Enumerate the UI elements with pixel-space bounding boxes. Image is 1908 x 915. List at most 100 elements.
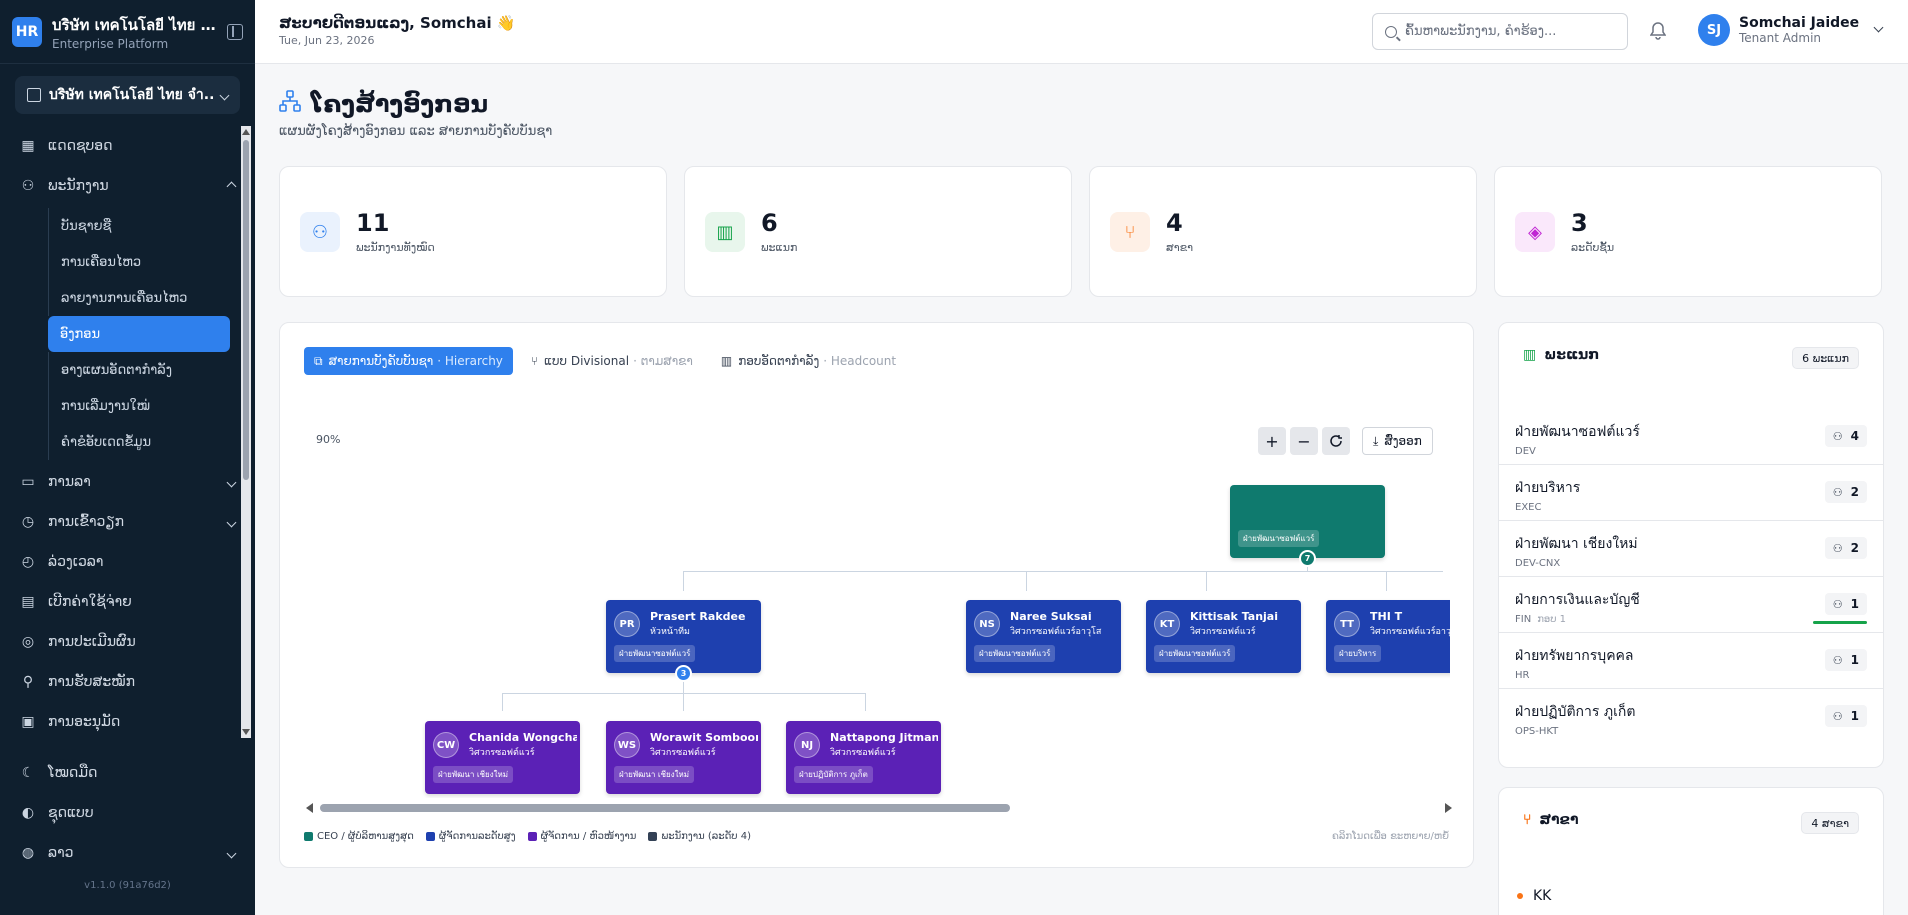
org-node-nattapong[interactable]: NJ Nattapong Jitman วิศวกรซอฟต์แวร์ ฝ่าย… [786, 721, 941, 794]
sidebar-subitem-directory[interactable]: ບັນຊາຍຊື [48, 208, 230, 244]
sidebar: HR บริษัท เทคโนโลยี ไทย จำกัด Enterprise… [0, 0, 255, 915]
sidebar-subitem-organization[interactable]: ອົງກອນ [48, 316, 230, 352]
building-icon: ▥ [705, 212, 745, 252]
scroll-down-icon[interactable] [242, 729, 250, 735]
branches-count: 4 ສາຂາ [1801, 812, 1859, 834]
sidebar-scrollbar[interactable] [241, 126, 251, 738]
sidebar-item-approval[interactable]: ▣ ການອະນຸມັດ [0, 702, 255, 738]
hierarchy-icon: ⧉ [314, 353, 323, 368]
scroll-up-icon[interactable] [242, 129, 250, 135]
sidebar-item-expenses[interactable]: ▤ ເບີກຄ່າໃຊ້ຈ່າຍ [0, 582, 255, 622]
grid-icon: ▦ [21, 138, 35, 154]
users-icon: ⚇ [1832, 709, 1843, 723]
sidebar-item-leave[interactable]: ▭ ການລາ [0, 462, 255, 502]
child-count-badge[interactable]: 7 [1299, 550, 1316, 567]
tenant-switcher[interactable]: บริษัท เทคโนโลยี ไทย จำ... [15, 76, 240, 114]
sidebar-subitem-movement-report[interactable]: ລາຍງານການເຄື່ອນໄຫວ [48, 280, 230, 316]
connector [1206, 571, 1207, 591]
list-item[interactable]: ฝ่ายพัฒนา เชียงใหม่ DEV-CNX ⚇ 2 [1499, 521, 1883, 577]
employees-submenu: ບັນຊາຍຊື ການເຄື່ອນໄຫວ ລາຍງານການເຄື່ອນໄຫວ… [0, 206, 255, 462]
org-node-worawit[interactable]: WS Worawit Somboon วิศวกรซอฟต์แวร์ ฝ่ายพ… [606, 721, 761, 794]
sidebar-collapse-icon[interactable] [227, 23, 243, 40]
theme-selector[interactable]: ◐ ຊຸດແບບ [0, 793, 255, 833]
chevron-down-icon [226, 848, 237, 858]
org-node-root[interactable]: ฝ่ายพัฒนาซอฟต์แวร์ 7 [1230, 485, 1385, 567]
stat-card-branches: ⑂ 4 ສາຂາ [1089, 166, 1477, 297]
member-count: ⚇ 2 [1824, 481, 1867, 503]
chevron-down-icon [1873, 22, 1884, 32]
list-item[interactable]: ฝ่ายการเงินและบัญชี FIN ກອບ 1 ⚇ 1 [1499, 577, 1883, 633]
scroll-right-icon[interactable] [1445, 803, 1452, 813]
calendar-icon: ▭ [21, 474, 35, 490]
tenant-name: บริษัท เทคโนโลยี ไทย จำ... [49, 87, 215, 103]
org-node-thi[interactable]: TT THI T วิศวกรซอฟต์แวร์อาวุโส ฝ่ายบริหา… [1326, 600, 1450, 673]
user-menu[interactable]: SJ Somchai Jaidee Tenant Admin [1698, 14, 1884, 46]
sidebar-item-attendance[interactable]: ◷ ການເຂົ້າວຽກ [0, 502, 255, 542]
scroll-left-icon[interactable] [306, 803, 313, 813]
app-version: v1.1.0 (91a76d2) [84, 880, 171, 891]
search-input[interactable]: ຄົ້ນຫາພະນັກງານ, ຄຳຮ້ອງ... [1372, 13, 1628, 50]
language-selector[interactable]: ◍ ລາວ [0, 833, 255, 873]
connector [683, 693, 684, 711]
member-count: ⚇ 4 [1824, 425, 1867, 447]
view-tabs: ⧉ ສາຍການບັງຄັບບັນຊາ · Hierarchy ⑂ ແບບ Div… [304, 347, 914, 375]
refresh-icon [1330, 435, 1342, 447]
chevron-down-icon [219, 90, 230, 100]
sidebar-footer: ☾ ໂໝດມືດ ◐ ຊຸດແບບ ◍ ລາວ [0, 753, 255, 873]
reset-view-button[interactable] [1322, 427, 1350, 455]
sidebar-item-dashboard[interactable]: ▦ ແດດຊບອດ [0, 126, 255, 166]
brand: HR บริษัท เทคโนโลยี ไทย จำกัด Enterprise… [0, 0, 255, 64]
bell-icon[interactable] [1649, 22, 1668, 40]
chevron-down-icon [226, 477, 237, 487]
org-node-prasert[interactable]: PR Prasert Rakdee หัวหน้าทีม ฝ่ายพัฒนาซอ… [606, 600, 761, 682]
clock-icon: ◷ [21, 514, 35, 530]
departments-list: ฝ่ายพัฒนาซอฟต์แวร์ DEV ⚇ 4 ฝ่ายบริหาร EXE… [1499, 409, 1883, 745]
chart-hint: ຄລິກໂນດເພື່ອ ຂະຫຍາຍ/ຫຍໍ້ [1331, 831, 1449, 842]
zoom-in-button[interactable]: + [1258, 427, 1286, 455]
dark-mode-toggle[interactable]: ☾ ໂໝດມືດ [0, 753, 255, 793]
chart-horizontal-scrollbar[interactable] [304, 802, 1454, 814]
sidebar-item-performance[interactable]: ◎ ການປະເມີນຜົນ [0, 622, 255, 662]
sidebar-item-recruitment[interactable]: ⚲ ການຮັບສະໝັກ [0, 662, 255, 702]
receipt-icon: ▤ [21, 594, 35, 610]
list-item[interactable]: ฝ่ายปฏิบัติการ ภูเก็ต OPS-HKT ⚇ 1 [1499, 689, 1883, 745]
tab-divisional[interactable]: ⑂ ແບບ Divisional · ຕາມສາຂາ [521, 347, 703, 375]
tab-headcount[interactable]: ▥ ກອບອັດຕາກຳລັງ · Headcount [711, 347, 906, 375]
list-item[interactable]: KK [1517, 888, 1551, 904]
scrollbar-thumb[interactable] [320, 804, 1010, 812]
avatar: SJ [1698, 14, 1730, 46]
zoom-out-button[interactable]: − [1290, 427, 1318, 455]
export-button[interactable]: ⤓ ສົ່ງອອກ [1362, 427, 1433, 455]
org-chart-canvas[interactable]: ฝ่ายพัฒนาซอฟต์แวร์ 7 PR Prasert Rakdee ห… [280, 403, 1450, 798]
scrollbar-thumb[interactable] [243, 140, 249, 480]
org-node-kittisak[interactable]: KT Kittisak Tanjai วิศวกรซอฟต์แวร์ ฝ่ายพ… [1146, 600, 1301, 673]
connector [1026, 571, 1027, 591]
users-icon: ⚇ [1832, 429, 1843, 443]
child-count-badge[interactable]: 3 [675, 665, 692, 682]
legend-item: ຜູ້ຈັດການ / ຫົວໜ້າງານ [527, 831, 636, 842]
fork-icon: ⑂ [530, 354, 539, 368]
search-placeholder: ຄົ້ນຫາພະນັກງານ, ຄຳຮ້ອງ... [1405, 24, 1557, 39]
sidebar-subitem-onboarding[interactable]: ການເລີ່ມງານໃໝ່ [48, 388, 230, 424]
branch-icon: ⑂ [1523, 812, 1532, 828]
users-icon: ⚇ [300, 212, 340, 252]
sidebar-subitem-update-requests[interactable]: ຄຳຂໍອັບເດດຂໍ້ມູນ [48, 424, 230, 460]
sidebar-item-overtime[interactable]: ◴ ລ່ວງເວລາ [0, 542, 255, 582]
org-node-chanida[interactable]: CW Chanida Wongchai วิศวกรซอฟต์แวร์ ฝ่าย… [425, 721, 580, 794]
status-dot [1517, 893, 1523, 899]
chart-controls: + − ⤓ ສົ່ງອອກ [1258, 427, 1433, 455]
list-item[interactable]: ฝ่ายพัฒนาซอฟต์แวร์ DEV ⚇ 4 [1499, 409, 1883, 465]
sidebar-subitem-manpower-plan[interactable]: ອາງແຜນອັດຕາກຳລັງ [48, 352, 230, 388]
member-count: ⚇ 1 [1824, 649, 1867, 671]
user-role: Tenant Admin [1739, 31, 1822, 45]
palette-icon: ◐ [21, 805, 35, 821]
tab-hierarchy[interactable]: ⧉ ສາຍການບັງຄັບບັນຊາ · Hierarchy [304, 347, 513, 375]
sidebar-item-employees[interactable]: ⚇ ພະນັກງານ [0, 166, 255, 206]
list-item[interactable]: ฝ่ายบริหาร EXEC ⚇ 2 [1499, 465, 1883, 521]
user-name: Somchai Jaidee [1739, 15, 1860, 31]
legend-item: ຜູ້ຈັດການລະດັບສູງ [425, 831, 516, 842]
sidebar-subitem-movements[interactable]: ການເຄື່ອນໄຫວ [48, 244, 230, 280]
org-node-naree[interactable]: NS Naree Suksai วิศวกรซอฟต์แวร์อาวุโส ฝ่… [966, 600, 1121, 673]
list-item[interactable]: ฝ่ายทรัพยากรบุคคล HR ⚇ 1 [1499, 633, 1883, 689]
page-title: ໂຄງສ້າງອົງກອນ [279, 90, 488, 118]
